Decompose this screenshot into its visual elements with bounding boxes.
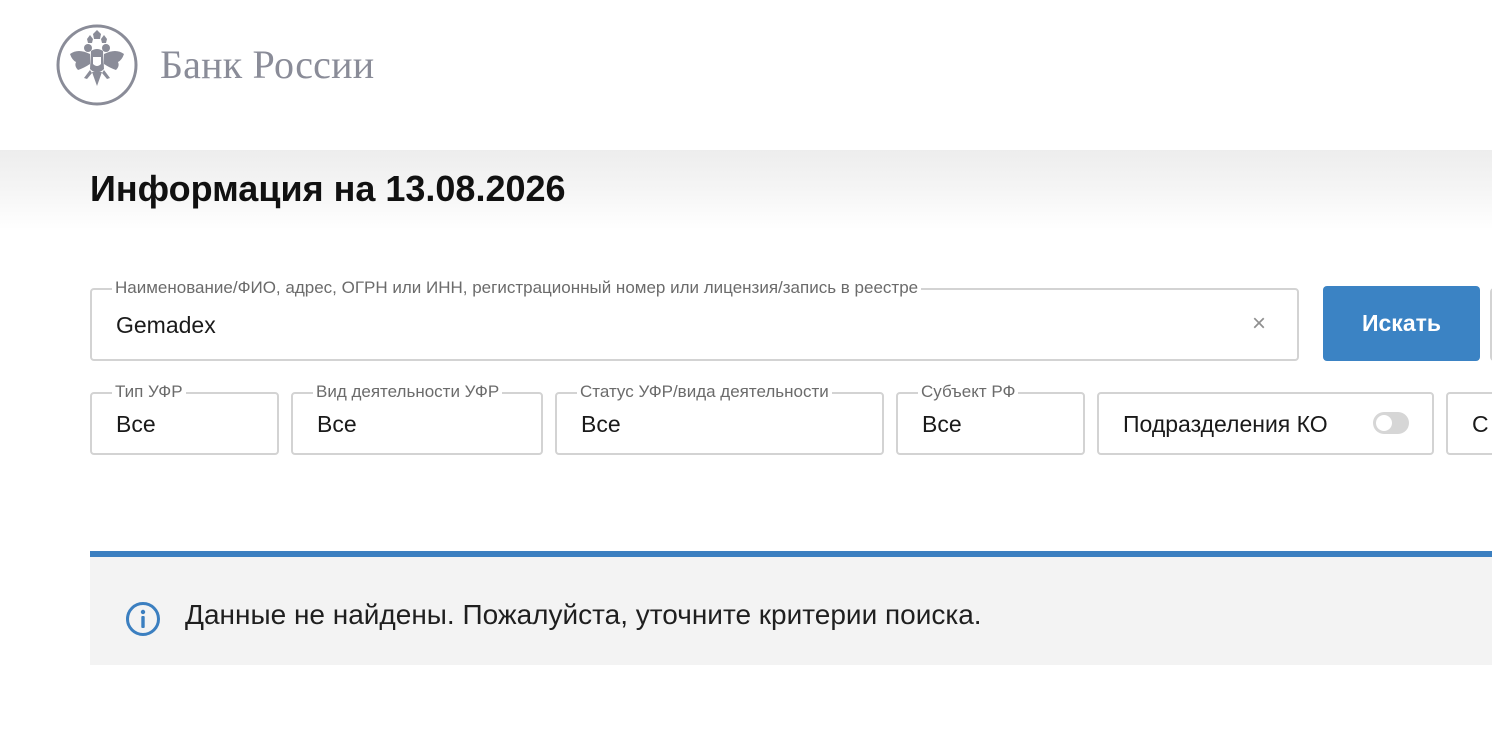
info-icon	[126, 602, 160, 636]
filter-activity-label: Вид деятельности УФР	[313, 382, 503, 402]
search-button[interactable]: Искать	[1323, 286, 1480, 361]
filter-partial-value: С	[1472, 411, 1489, 437]
page-title: Информация на 13.08.2026	[90, 168, 566, 209]
logo-text: Банк России	[160, 41, 375, 87]
double-headed-eagle-icon	[56, 24, 138, 106]
toggle-knob	[1376, 415, 1392, 431]
filter-partial-field[interactable]: С	[1446, 392, 1492, 455]
page: Банк России Информация на 13.08.2026 Наи…	[0, 0, 1492, 738]
search-input-label: Наименование/ФИО, адрес, ОГРН или ИНН, р…	[112, 278, 922, 298]
bank-logo[interactable]: Банк России	[56, 24, 374, 106]
filter-type-select[interactable]: Тип УФР Все	[90, 382, 279, 455]
filter-region-select[interactable]: Субъект РФ Все	[896, 382, 1085, 455]
branches-toggle[interactable]	[1373, 412, 1409, 434]
filter-branches-toggle-field[interactable]: Подразделения КО	[1097, 392, 1434, 455]
filter-region-label: Субъект РФ	[918, 382, 1019, 402]
no-results-notice: Данные не найдены. Пожалуйста, уточните …	[90, 551, 1492, 665]
filter-type-label: Тип УФР	[112, 382, 186, 402]
search-input[interactable]: Наименование/ФИО, адрес, ОГРН или ИНН, р…	[90, 278, 1299, 361]
filter-type-value: Все	[116, 411, 156, 437]
search-input-value[interactable]: Gemadex	[116, 312, 216, 339]
close-icon[interactable]: ×	[1249, 312, 1269, 336]
filter-status-select[interactable]: Статус УФР/вида деятельности Все	[555, 382, 884, 455]
filter-activity-value: Все	[317, 411, 357, 437]
filter-branches-label: Подразделения КО	[1123, 411, 1328, 437]
filter-activity-select[interactable]: Вид деятельности УФР Все	[291, 382, 543, 455]
filter-status-label: Статус УФР/вида деятельности	[577, 382, 832, 402]
filter-region-value: Все	[922, 411, 962, 437]
filter-status-value: Все	[581, 411, 621, 437]
notice-text: Данные не найдены. Пожалуйста, уточните …	[185, 599, 982, 630]
